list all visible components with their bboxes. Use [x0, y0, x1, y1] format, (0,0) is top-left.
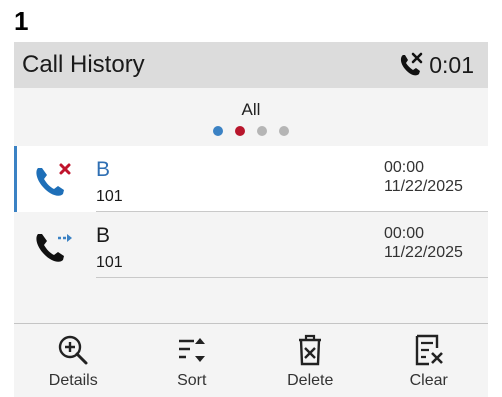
clear-list-icon: [415, 334, 443, 366]
softkey-bar: Details Sort Delete Clear: [14, 323, 488, 397]
call-duration: 00:00: [384, 225, 425, 242]
call-entry[interactable]: B 101 00:00 11/22/2025: [14, 146, 488, 212]
row-divider: [96, 277, 488, 278]
clear-label: Clear: [409, 372, 448, 389]
call-duration: 00:00: [384, 159, 425, 176]
caller-name: B: [96, 158, 111, 181]
title-bar: Call History 0:01: [14, 42, 488, 88]
page-dot-4[interactable]: [279, 126, 289, 136]
page-dot-2[interactable]: [235, 126, 245, 136]
clear-button[interactable]: Clear: [370, 324, 489, 397]
call-date: 11/22/2025: [384, 178, 463, 195]
missed-call-icon: [401, 52, 423, 76]
step-number: 1: [14, 6, 29, 36]
delete-label: Delete: [287, 372, 334, 389]
sort-icon: [178, 338, 205, 362]
forwarded-call-icon: [36, 234, 72, 262]
sort-label: Sort: [177, 372, 207, 389]
call-timer: 0:01: [429, 51, 474, 78]
delete-button[interactable]: Delete: [251, 324, 370, 397]
call-entry[interactable]: B 101 00:00 11/22/2025: [14, 212, 488, 278]
details-button[interactable]: Details: [14, 324, 133, 397]
page-indicator: [14, 126, 488, 136]
sort-button[interactable]: Sort: [133, 324, 252, 397]
zoom-in-icon: [59, 335, 88, 365]
caller-name: B: [96, 224, 111, 247]
page-title: Call History: [22, 51, 145, 78]
caller-number: 101: [96, 188, 123, 205]
call-list: B 101 00:00 11/22/2025 B 101 00:00 11/22…: [14, 146, 488, 278]
call-status: 0:01: [397, 51, 474, 79]
filter-label[interactable]: All: [14, 100, 488, 120]
trash-icon: [299, 334, 322, 366]
missed-call-icon: [36, 163, 71, 196]
call-date: 11/22/2025: [384, 244, 463, 261]
caller-number: 101: [96, 254, 123, 271]
page-dot-1[interactable]: [213, 126, 223, 136]
details-label: Details: [48, 372, 98, 389]
phone-screen: Call History 0:01 All B 101 00:00 11/22/…: [14, 42, 488, 397]
page-dot-3[interactable]: [257, 126, 267, 136]
